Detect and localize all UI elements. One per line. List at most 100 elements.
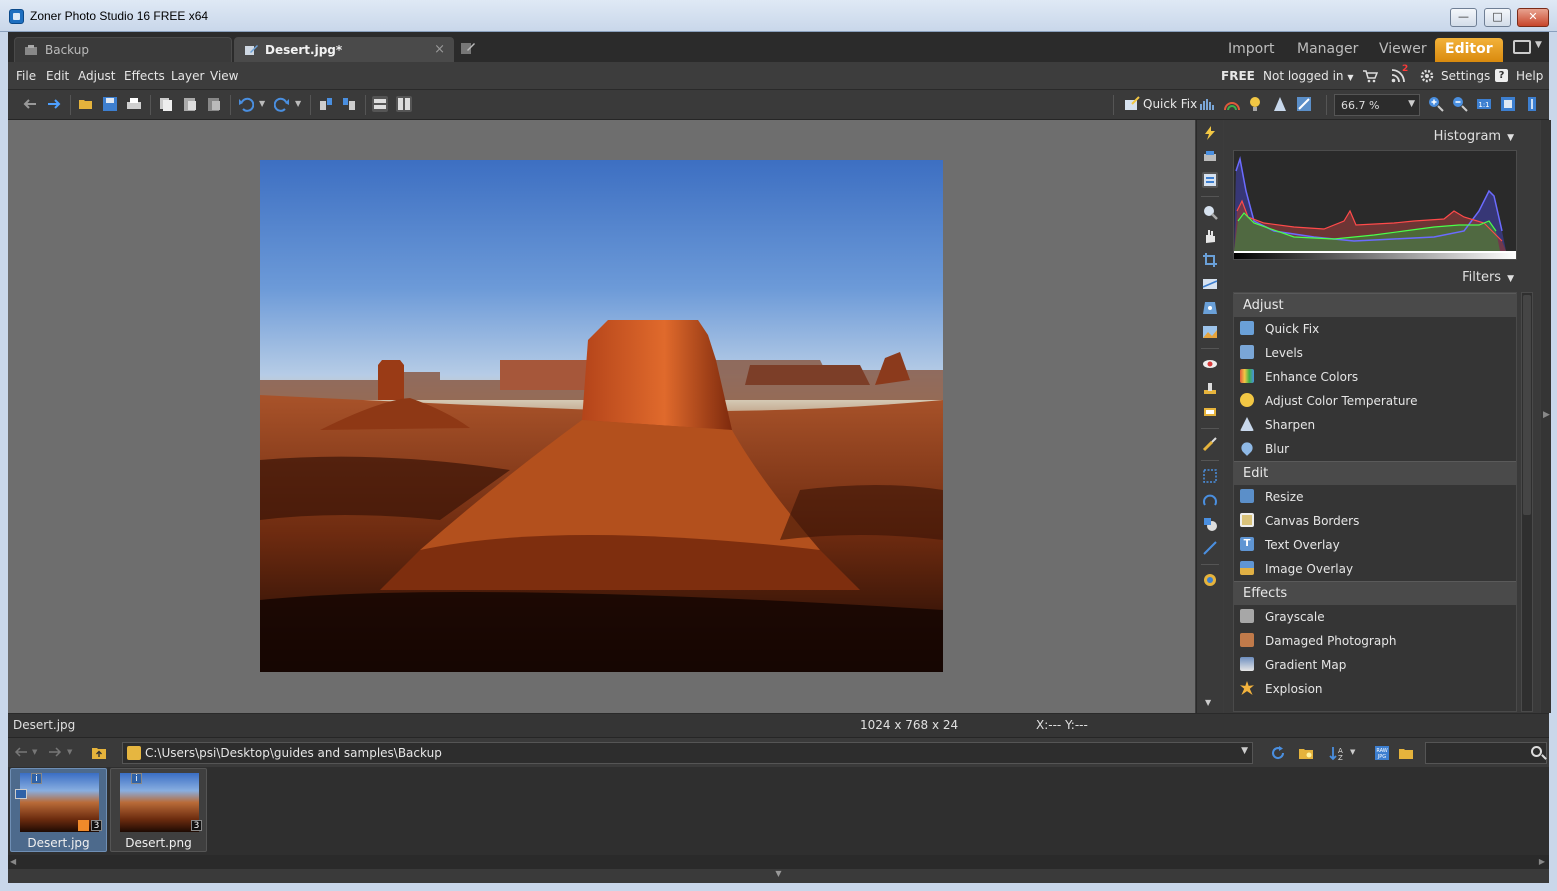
histogram-header[interactable]: Histogram ▼ [1434, 129, 1514, 144]
filter-explosion[interactable]: Explosion [1234, 677, 1516, 701]
sharpen-icon[interactable] [1272, 96, 1288, 112]
image-canvas[interactable] [8, 120, 1195, 713]
menu-effects[interactable]: Effects [124, 69, 165, 83]
clone-stamp-icon[interactable] [1202, 380, 1218, 396]
paste-icon[interactable] [182, 96, 198, 112]
login-dropdown[interactable]: Not logged in ▼ [1263, 69, 1354, 83]
line-icon[interactable] [1202, 540, 1218, 556]
print-preview-icon[interactable] [1202, 149, 1218, 165]
section-effects[interactable]: Effects [1234, 581, 1516, 605]
lasso-icon[interactable] [1202, 492, 1218, 508]
landscape-icon[interactable] [1202, 324, 1218, 340]
actual-size-icon[interactable]: 1:1 [1476, 96, 1492, 112]
fit-window-icon[interactable] [1500, 96, 1516, 112]
filter-adjust-color-temperature[interactable]: Adjust Color Temperature [1234, 389, 1516, 413]
desert-photo[interactable] [260, 160, 943, 672]
print-icon[interactable] [126, 96, 142, 112]
resize-icon[interactable] [1296, 96, 1312, 112]
forward-arrow-icon[interactable] [46, 96, 62, 112]
filter-quick-fix[interactable]: Quick Fix [1234, 317, 1516, 341]
minimize-button[interactable]: — [1450, 8, 1477, 27]
search-input[interactable] [1425, 742, 1547, 764]
close-button[interactable]: ✕ [1517, 8, 1549, 27]
raw-jpg-icon[interactable]: RAWJPG [1374, 745, 1390, 761]
mode-viewer[interactable]: Viewer [1379, 38, 1427, 62]
filter-resize[interactable]: Resize [1234, 485, 1516, 509]
filter-image-overlay[interactable]: Image Overlay [1234, 557, 1516, 581]
filter-levels[interactable]: Levels [1234, 341, 1516, 365]
refresh-icon[interactable] [1270, 745, 1286, 761]
filter-gradient-map[interactable]: Gradient Map [1234, 653, 1516, 677]
folder-star-icon[interactable] [1298, 745, 1314, 761]
open-folder-icon[interactable] [78, 96, 94, 112]
chevron-right-icon[interactable]: ▶ [1539, 857, 1545, 866]
menu-view[interactable]: View [210, 69, 238, 83]
mode-editor[interactable]: Editor [1435, 38, 1503, 62]
panel-collapse-handle[interactable]: ▶ [1541, 120, 1551, 713]
filter-blur[interactable]: Blur [1234, 437, 1516, 461]
mode-import[interactable]: Import [1228, 38, 1274, 62]
mode-manager[interactable]: Manager [1297, 38, 1358, 62]
layout-vertical-icon[interactable] [396, 96, 412, 112]
magnifier-icon[interactable] [1202, 204, 1218, 220]
straighten-icon[interactable] [1202, 276, 1218, 292]
perspective-icon[interactable] [1202, 300, 1218, 316]
forward-arrow-icon[interactable] [48, 746, 62, 758]
brush-icon[interactable] [1202, 436, 1218, 452]
filter-enhance-colors[interactable]: Enhance Colors [1234, 365, 1516, 389]
back-arrow-icon[interactable] [22, 96, 38, 112]
filter-canvas-borders[interactable]: Canvas Borders [1234, 509, 1516, 533]
rotate-right-icon[interactable] [341, 96, 357, 112]
menu-layer[interactable]: Layer [171, 69, 204, 83]
zoom-out-icon[interactable] [1452, 96, 1468, 112]
save-icon[interactable] [102, 96, 118, 112]
search-icon[interactable] [1531, 746, 1542, 757]
filter-sharpen[interactable]: Sharpen [1234, 413, 1516, 437]
filmstrip-collapse-handle[interactable]: ▼ [8, 869, 1549, 883]
path-input[interactable]: C:\Users\psi\Desktop\guides and samples\… [122, 742, 1253, 764]
menu-adjust[interactable]: Adjust [78, 69, 116, 83]
shapes-icon[interactable] [1202, 516, 1218, 532]
redo-icon[interactable] [274, 96, 290, 112]
cart-icon[interactable] [1362, 69, 1378, 83]
menu-file[interactable]: File [16, 69, 36, 83]
levels-icon[interactable] [1200, 96, 1216, 112]
chevron-left-icon[interactable]: ◀ [10, 857, 16, 866]
lightning-icon[interactable] [1202, 125, 1218, 141]
menu-edit[interactable]: Edit [46, 69, 69, 83]
rainbow-icon[interactable] [1224, 96, 1240, 112]
thumbnail-desert-png[interactable]: i 3 Desert.png [110, 768, 207, 852]
filters-header[interactable]: Filters ▼ [1462, 270, 1514, 285]
back-arrow-icon[interactable] [14, 746, 28, 758]
filter-text-overlay[interactable]: T Text Overlay [1234, 533, 1516, 557]
hand-icon[interactable] [1202, 228, 1218, 244]
selection-icon[interactable] [1202, 468, 1218, 484]
maximize-button[interactable]: □ [1484, 8, 1511, 27]
gear-icon[interactable] [1420, 69, 1434, 83]
tab-desert-jpg[interactable]: Desert.jpg* × [234, 37, 454, 62]
red-eye-icon[interactable] [1202, 356, 1218, 372]
sort-icon[interactable]: AZ [1329, 745, 1345, 761]
fit-height-icon[interactable] [1524, 96, 1540, 112]
filter-damaged-photograph[interactable]: Damaged Photograph [1234, 629, 1516, 653]
copy-icon[interactable] [158, 96, 174, 112]
folder-up-icon[interactable] [91, 745, 107, 760]
help-link[interactable]: Help [1516, 69, 1543, 83]
chevron-down-icon[interactable]: ▼ [295, 99, 301, 108]
chevron-down-icon[interactable]: ▼ [32, 748, 37, 756]
paste-special-icon[interactable] [206, 96, 222, 112]
crop-icon[interactable] [1202, 252, 1218, 268]
zoom-in-icon[interactable] [1428, 96, 1444, 112]
thumbnail-desert-jpg[interactable]: i 3 Desert.jpg [10, 768, 107, 852]
chevron-down-icon[interactable]: ▼ [67, 748, 72, 756]
section-edit[interactable]: Edit [1234, 461, 1516, 485]
filters-scrollbar[interactable] [1521, 292, 1533, 712]
chevron-down-icon[interactable]: ▼ [1535, 40, 1542, 50]
settings-link[interactable]: Settings [1441, 69, 1490, 83]
section-adjust[interactable]: Adjust [1234, 293, 1516, 317]
undo-icon[interactable] [238, 96, 254, 112]
healing-brush-icon[interactable] [1202, 404, 1218, 420]
bulb-icon[interactable] [1248, 96, 1264, 112]
folder-icon[interactable] [1398, 745, 1414, 761]
chevron-down-icon[interactable]: ▼ [1205, 698, 1211, 707]
